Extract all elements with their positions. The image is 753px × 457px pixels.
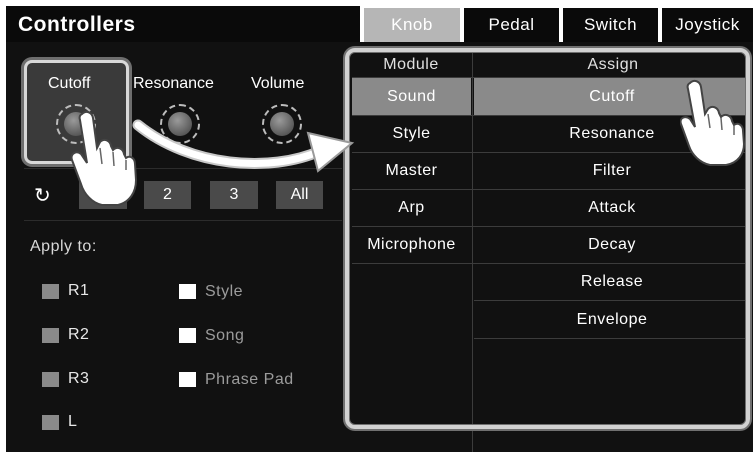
column-header-module: Module (383, 56, 439, 73)
arrow-icon (132, 119, 355, 173)
hand-pointer-icon (70, 110, 138, 206)
row-divider (352, 263, 750, 264)
divider (24, 220, 342, 221)
row-divider (474, 300, 750, 301)
checkbox-song[interactable] (179, 328, 196, 343)
checkbox-l[interactable] (42, 415, 59, 430)
group-button-all[interactable]: All (276, 181, 323, 209)
title-bar: Controllers (6, 6, 360, 42)
module-item-microphone[interactable]: Microphone (352, 236, 471, 254)
column-divider (472, 48, 473, 452)
assign-item-decay[interactable]: Decay (474, 236, 750, 254)
checkbox-label-r1: R1 (68, 282, 90, 299)
checkbox-label-r3: R3 (68, 370, 90, 387)
checkbox-r1[interactable] (42, 284, 59, 299)
assign-item-release[interactable]: Release (474, 273, 750, 291)
module-item-style[interactable]: Style (352, 125, 471, 143)
controllers-screen: Controllers Knob Pedal Switch Joystick C… (0, 0, 753, 457)
refresh-icon[interactable]: ↻ (34, 183, 51, 208)
checkbox-label-song: Song (205, 327, 245, 344)
checkbox-label-r2: R2 (68, 326, 90, 343)
group-button-3[interactable]: 3 (210, 181, 258, 209)
checkbox-label-style: Style (205, 283, 244, 300)
checkbox-style[interactable] (179, 284, 196, 299)
checkbox-r3[interactable] (42, 372, 59, 387)
knob-label-cutoff: Cutoff (48, 75, 91, 92)
row-divider (352, 226, 750, 227)
tab-switch[interactable]: Switch (563, 8, 658, 42)
checkbox-label-l: L (68, 413, 78, 430)
tab-pedal[interactable]: Pedal (464, 8, 559, 42)
module-item-arp[interactable]: Arp (352, 199, 471, 217)
tab-joystick[interactable]: Joystick (662, 8, 753, 42)
tab-knob[interactable]: Knob (364, 8, 460, 42)
checkbox-r2[interactable] (42, 328, 59, 343)
checkbox-phrase-pad[interactable] (179, 372, 196, 387)
page-title: Controllers (18, 13, 136, 36)
module-item-sound[interactable]: Sound (352, 88, 471, 106)
assign-item-envelope[interactable]: Envelope (474, 311, 750, 329)
row-divider (474, 338, 750, 339)
hand-pointer-icon (680, 79, 746, 166)
assign-item-attack[interactable]: Attack (474, 199, 750, 217)
row-divider (352, 189, 750, 190)
knob-label-resonance: Resonance (133, 75, 214, 92)
column-header-assign: Assign (587, 56, 639, 73)
group-button-2[interactable]: 2 (144, 181, 191, 209)
module-item-master[interactable]: Master (352, 162, 471, 180)
checkbox-label-phrase-pad: Phrase Pad (205, 371, 294, 388)
knob-label-volume: Volume (251, 75, 305, 92)
apply-to-label: Apply to: (30, 238, 97, 255)
